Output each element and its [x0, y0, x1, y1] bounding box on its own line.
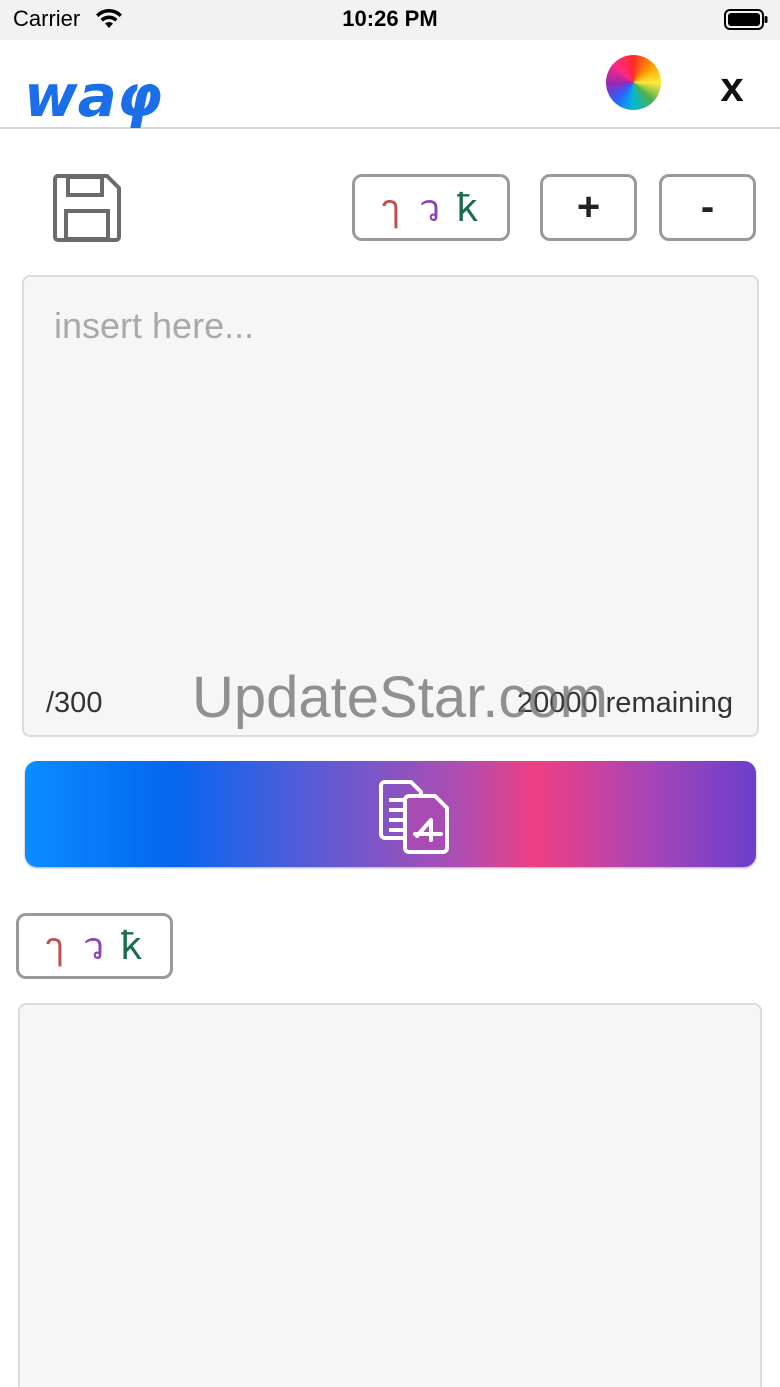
svg-text:ว: ว	[419, 186, 440, 230]
svg-text:ҟ: ҟ	[120, 924, 143, 968]
app-logo: wаφ	[24, 62, 162, 130]
output-script-button[interactable]: ๅ ว ҟ	[16, 913, 173, 979]
clock-label: 10:26 PM	[342, 6, 438, 31]
svg-text:ว: ว	[83, 924, 104, 968]
status-bar: Carrier 10:26 PM	[0, 0, 780, 40]
script-glyphs-icon: ๅ ว ҟ	[381, 186, 479, 230]
color-wheel-icon[interactable]	[606, 55, 661, 110]
svg-text:ๅ: ๅ	[381, 186, 400, 230]
watermark: UpdateStar.com	[192, 665, 608, 730]
input-placeholder: insert here...	[54, 305, 255, 346]
transliterate-documents-icon	[379, 780, 449, 854]
svg-text:wаφ: wаφ	[24, 62, 162, 130]
floppy-disk-icon[interactable]	[52, 173, 122, 243]
script-toggle-button[interactable]: ๅ ว ҟ	[352, 174, 510, 241]
script-glyphs-icon: ๅ ว ҟ	[45, 924, 143, 968]
battery-icon	[724, 9, 768, 30]
close-button[interactable]: x	[712, 62, 752, 112]
svg-text:ๅ: ๅ	[45, 924, 64, 968]
decrease-font-button[interactable]: -	[659, 174, 756, 241]
increase-font-button[interactable]: +	[540, 174, 637, 241]
convert-button[interactable]	[25, 761, 756, 867]
svg-text:ҟ: ҟ	[456, 186, 479, 230]
nav-bar: wаφ x	[0, 40, 780, 130]
line-counter: /300	[46, 687, 103, 719]
output-text-area[interactable]	[18, 1003, 762, 1387]
